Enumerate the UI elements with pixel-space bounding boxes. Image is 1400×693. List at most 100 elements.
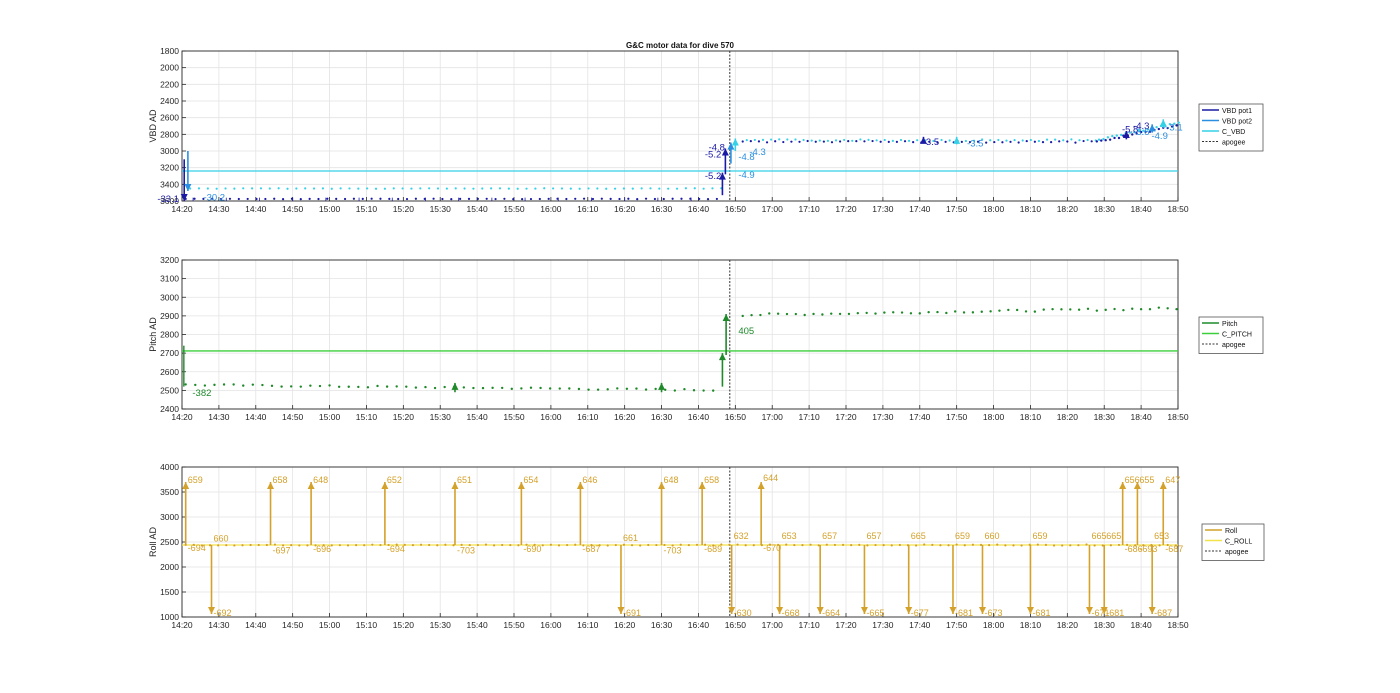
data-point (625, 387, 629, 391)
data-point (509, 543, 512, 547)
data-point (335, 197, 338, 200)
data-point (803, 313, 806, 317)
data-point (264, 197, 267, 201)
data-point (1100, 139, 1103, 142)
pitch-move-head (722, 314, 730, 322)
data-point (1131, 307, 1134, 310)
data-point (662, 197, 665, 201)
annotation-label: -5.2 (705, 171, 721, 182)
data-point (778, 138, 781, 141)
x-tick-label: 16:10 (577, 620, 599, 630)
x-tick-label: 16:00 (540, 204, 562, 214)
legend: VBD pot1 VBD pot2 C_VBDapogee (1198, 103, 1264, 152)
x-tick-label: 18:30 (1094, 204, 1116, 214)
data-point (587, 187, 590, 190)
data-point (326, 197, 329, 200)
roll-move-label: 644 (763, 473, 778, 483)
annotation-label: -3.5 (923, 137, 939, 148)
data-point (826, 139, 830, 142)
x-tick-label: 18:40 (1130, 412, 1152, 422)
data-point (206, 187, 209, 190)
data-point (695, 543, 699, 546)
data-point (1086, 307, 1090, 310)
x-tick-label: 16:00 (540, 412, 562, 422)
y-tick-label: 4000 (160, 462, 179, 472)
data-point (298, 544, 301, 547)
data-point (1005, 139, 1008, 142)
y-tick-label: 3200 (160, 255, 179, 265)
data-point (794, 138, 797, 141)
data-point (494, 197, 497, 201)
legend-entry: Pitch (1222, 321, 1238, 328)
annotation-label: 405 (738, 326, 754, 337)
data-point (312, 187, 316, 190)
data-point (1015, 308, 1019, 312)
data-point (436, 187, 440, 190)
data-point (843, 138, 846, 142)
y-axis-label: Pitch AD (148, 317, 158, 352)
data-point (850, 544, 853, 547)
x-tick-label: 16:20 (614, 412, 636, 422)
data-point (299, 385, 302, 388)
x-tick-label: 18:20 (1057, 620, 1079, 630)
data-point (647, 543, 650, 547)
data-point (953, 310, 957, 313)
data-point (405, 197, 409, 201)
chart-title: G&C motor data for dive 570 (626, 41, 735, 50)
data-point (940, 138, 943, 142)
data-point (711, 187, 714, 190)
data-point (903, 140, 907, 143)
data-point (1113, 136, 1116, 140)
x-tick-label: 18:20 (1057, 412, 1079, 422)
data-point (308, 197, 311, 200)
data-point (582, 197, 586, 200)
data-point (649, 187, 652, 190)
annotation-label: -4.3 (749, 147, 765, 158)
roll-move-label: -670 (763, 543, 781, 553)
y-tick-label: 1500 (160, 587, 179, 597)
data-point (613, 187, 617, 190)
data-point (1093, 544, 1096, 547)
panel-3: 14:20 14:30 14:40 14:50 15:00 15:10 15:20 15:30… (148, 462, 1265, 630)
data-point (330, 187, 333, 190)
x-tick-label: 16:50 (725, 204, 747, 214)
data-point (692, 389, 696, 392)
data-point (289, 385, 293, 388)
data-point (1086, 138, 1089, 142)
data-point (500, 386, 504, 390)
data-point (916, 139, 919, 142)
data-point (939, 544, 942, 547)
panel-2: 14:20 14:30 14:40 14:50 15:00 15:10 15:20 15:30… (148, 255, 1264, 422)
x-tick-label: 17:40 (909, 412, 931, 422)
data-point (419, 543, 423, 546)
data-point (874, 312, 877, 315)
x-tick-label: 16:40 (688, 412, 710, 422)
data-point (1117, 543, 1121, 547)
data-point (786, 138, 789, 141)
data-point (753, 138, 756, 142)
roll-move-label: -703 (664, 546, 682, 556)
data-point (1033, 310, 1037, 313)
data-point (883, 138, 886, 142)
data-point (348, 187, 351, 190)
data-point (549, 543, 552, 546)
x-tick-label: 18:10 (1020, 412, 1042, 422)
data-point (444, 543, 447, 546)
y-tick-label: 3500 (160, 487, 179, 497)
data-point (569, 187, 572, 190)
roll-move-label: -691 (623, 608, 641, 618)
legend-entry: C_VBD (1222, 129, 1245, 136)
x-tick-label: 16:10 (577, 412, 599, 422)
x-tick-label: 15:50 (503, 204, 525, 214)
roll-move-label: -681 (1032, 608, 1050, 618)
roll-move-label: -697 (273, 546, 291, 556)
roll-move-label: 661 (623, 533, 638, 543)
data-point (761, 138, 765, 141)
data-point (339, 187, 342, 190)
data-point (577, 387, 581, 391)
data-point (529, 386, 533, 389)
data-point (606, 388, 609, 391)
data-point (1097, 138, 1101, 141)
x-tick-label: 16:10 (577, 204, 599, 214)
x-tick-label: 17:00 (762, 412, 784, 422)
